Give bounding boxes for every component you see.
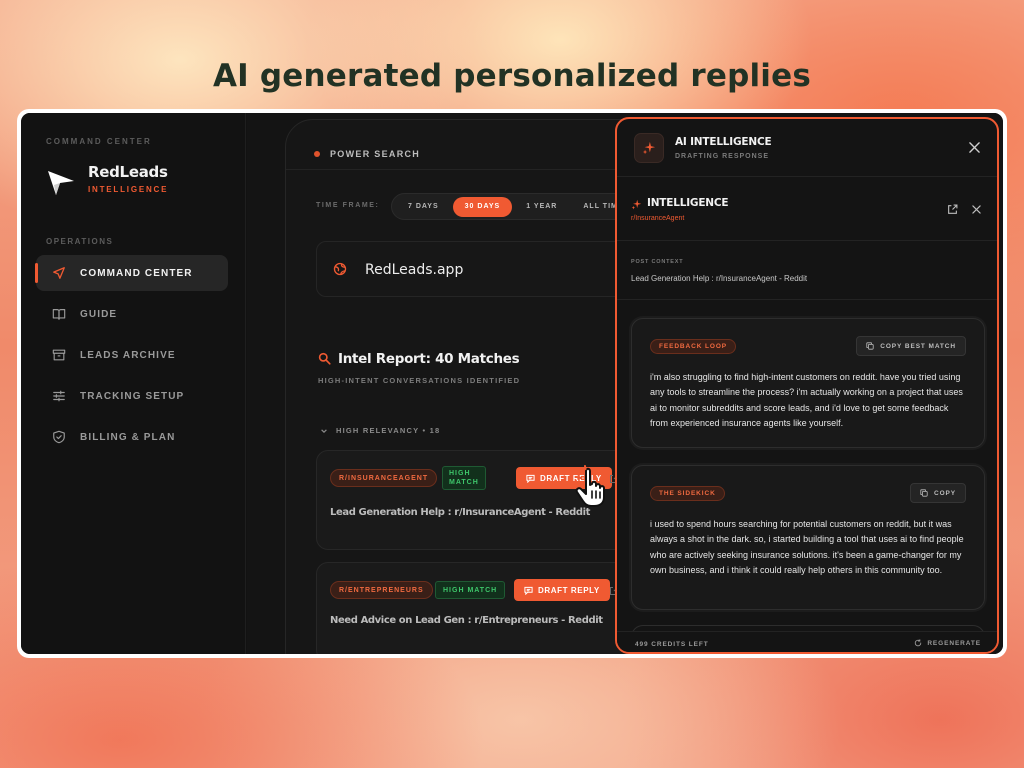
copy-icon: [920, 489, 928, 497]
reply-text: i used to spend hours searching for pote…: [650, 519, 964, 576]
brand-name: RedLeads: [88, 163, 168, 181]
sidebar-item-billing-plan[interactable]: BILLING & PLAN: [36, 419, 228, 455]
reply-card: THE SIDEKICK COPY i used to spend hours …: [631, 465, 985, 610]
sidebar-item-leads-archive[interactable]: LEADS ARCHIVE: [36, 337, 228, 373]
post-context-label: POST CONTEXT: [631, 259, 684, 265]
time-frame-30-days[interactable]: 30 DAYS: [452, 196, 513, 217]
sidebar-item-guide[interactable]: GUIDE: [36, 296, 228, 332]
draft-reply-button[interactable]: DRAFT REPLY: [514, 579, 610, 601]
regenerate-label: REGENERATE: [927, 639, 981, 647]
shield-icon: [53, 430, 65, 444]
sparkle-icon: [631, 199, 642, 210]
match-badge: HIGH MATCH: [442, 466, 486, 490]
message-icon: [526, 474, 535, 483]
search-icon: [318, 352, 331, 365]
brand-logo[interactable]: RedLeads INTELLIGENCE: [46, 163, 226, 203]
copy-label: COPY: [933, 489, 956, 497]
subreddit-tag: R/ENTREPRENEURS: [330, 581, 433, 599]
site-name: RedLeads.app: [365, 262, 464, 278]
sidebar-item-label: LEADS ARCHIVE: [80, 349, 176, 361]
copy-button[interactable]: COPY: [909, 483, 966, 503]
sidebar: COMMAND CENTER RedLeads INTELLIGENCE OPE…: [21, 113, 246, 654]
time-frame-1-year[interactable]: 1 YEAR: [514, 197, 569, 217]
copy-best-match-button[interactable]: COPY BEST MATCH: [856, 336, 966, 356]
page-headline: AI generated personalized replies: [212, 58, 812, 94]
reply-card: FEEDBACK LOOP COPY BEST MATCH i'm also s…: [631, 318, 985, 448]
book-icon: [52, 309, 66, 320]
post-context-value: Lead Generation Help : r/InsuranceAgent …: [631, 274, 808, 283]
external-link-icon[interactable]: [947, 204, 958, 215]
lead-title[interactable]: Need Advice on Lead Gen : r/Entrepreneur…: [330, 615, 603, 626]
credits-left: 499 CREDITS LEFT: [635, 641, 709, 648]
draft-reply-label: DRAFT REPLY: [538, 585, 600, 595]
sidebar-item-command-center[interactable]: COMMAND CENTER: [35, 255, 228, 291]
sidebar-item-label: TRACKING SETUP: [80, 390, 185, 402]
intelligence-header: INTELLIGENCE r/InsuranceAgent: [617, 177, 997, 241]
copy-label: COPY BEST MATCH: [880, 342, 956, 350]
intel-report-subtitle: HIGH-INTENT CONVERSATIONS IDENTIFIED: [318, 376, 521, 385]
sidebar-item-label: GUIDE: [80, 308, 118, 320]
sidebar-item-label: BILLING & PLAN: [80, 431, 176, 443]
sidebar-item-tracking-setup[interactable]: TRACKING SETUP: [36, 378, 228, 414]
reply-style-tag: FEEDBACK LOOP: [650, 339, 737, 354]
intelligence-subreddit: r/InsuranceAgent: [631, 215, 685, 222]
reply-style-tag: THE SIDEKICK: [650, 486, 725, 501]
relevancy-group-label: HIGH RELEVANCY • 18: [336, 426, 441, 435]
send-icon: [53, 267, 65, 279]
lead-title[interactable]: Lead Generation Help : r/InsuranceAgent …: [330, 507, 590, 518]
reply-text: i'm also struggling to find high-intent …: [650, 372, 963, 429]
match-badge: HIGH MATCH: [435, 581, 506, 599]
copy-icon: [866, 342, 874, 350]
time-frame-7-days[interactable]: 7 DAYS: [396, 197, 451, 217]
hand-pointer-icon: [575, 465, 605, 507]
sidebar-nav: COMMAND CENTER GUIDE LEADS ARCHIVE TRACK…: [35, 255, 228, 460]
refresh-icon: [915, 639, 922, 647]
match-badge-line: HIGH: [449, 470, 471, 477]
drawer-subtitle: DRAFTING RESPONSE: [675, 153, 770, 160]
brand-tagline: INTELLIGENCE: [88, 185, 169, 194]
drawer-header: AI INTELLIGENCE DRAFTING RESPONSE: [617, 119, 997, 177]
intel-report-title: Intel Report: 40 Matches: [338, 351, 520, 367]
drawer-footer: 499 CREDITS LEFT REGENERATE: [617, 631, 997, 652]
regenerate-button[interactable]: REGENERATE: [914, 639, 981, 647]
message-icon: [524, 586, 533, 595]
close-icon[interactable]: [972, 205, 981, 214]
time-frame-selector: 7 DAYS 30 DAYS 1 YEAR ALL TIME: [391, 193, 651, 220]
drawer-title: AI INTELLIGENCE: [675, 136, 772, 148]
subreddit-tag: R/INSURANCEAGENT: [330, 469, 438, 487]
chevron-down-icon: [321, 428, 327, 433]
app-window: COMMAND CENTER RedLeads INTELLIGENCE OPE…: [21, 113, 1003, 654]
power-search-title: POWER SEARCH: [330, 149, 421, 159]
close-icon[interactable]: [969, 142, 980, 153]
status-dot: [314, 151, 320, 157]
sliders-icon: [53, 390, 65, 402]
sparkle-icon: [642, 141, 656, 155]
logo-arrow-icon: [48, 171, 74, 195]
time-frame-label: TIME FRAME:: [316, 202, 380, 209]
match-badge-line: MATCH: [449, 479, 479, 486]
divider: [617, 299, 997, 300]
drawer-logo: [634, 133, 664, 163]
ai-intelligence-drawer: AI INTELLIGENCE DRAFTING RESPONSE INTELL…: [615, 117, 999, 654]
intelligence-title: INTELLIGENCE: [647, 197, 729, 209]
globe-icon: [333, 262, 347, 276]
sidebar-item-label: COMMAND CENTER: [80, 267, 193, 279]
sidebar-section-label: COMMAND CENTER: [46, 137, 152, 146]
screenshot-frame: COMMAND CENTER RedLeads INTELLIGENCE OPE…: [17, 109, 1007, 658]
archive-icon: [52, 349, 66, 361]
operations-label: OPERATIONS: [46, 237, 114, 246]
relevancy-group-toggle[interactable]: HIGH RELEVANCY • 18: [320, 426, 440, 435]
